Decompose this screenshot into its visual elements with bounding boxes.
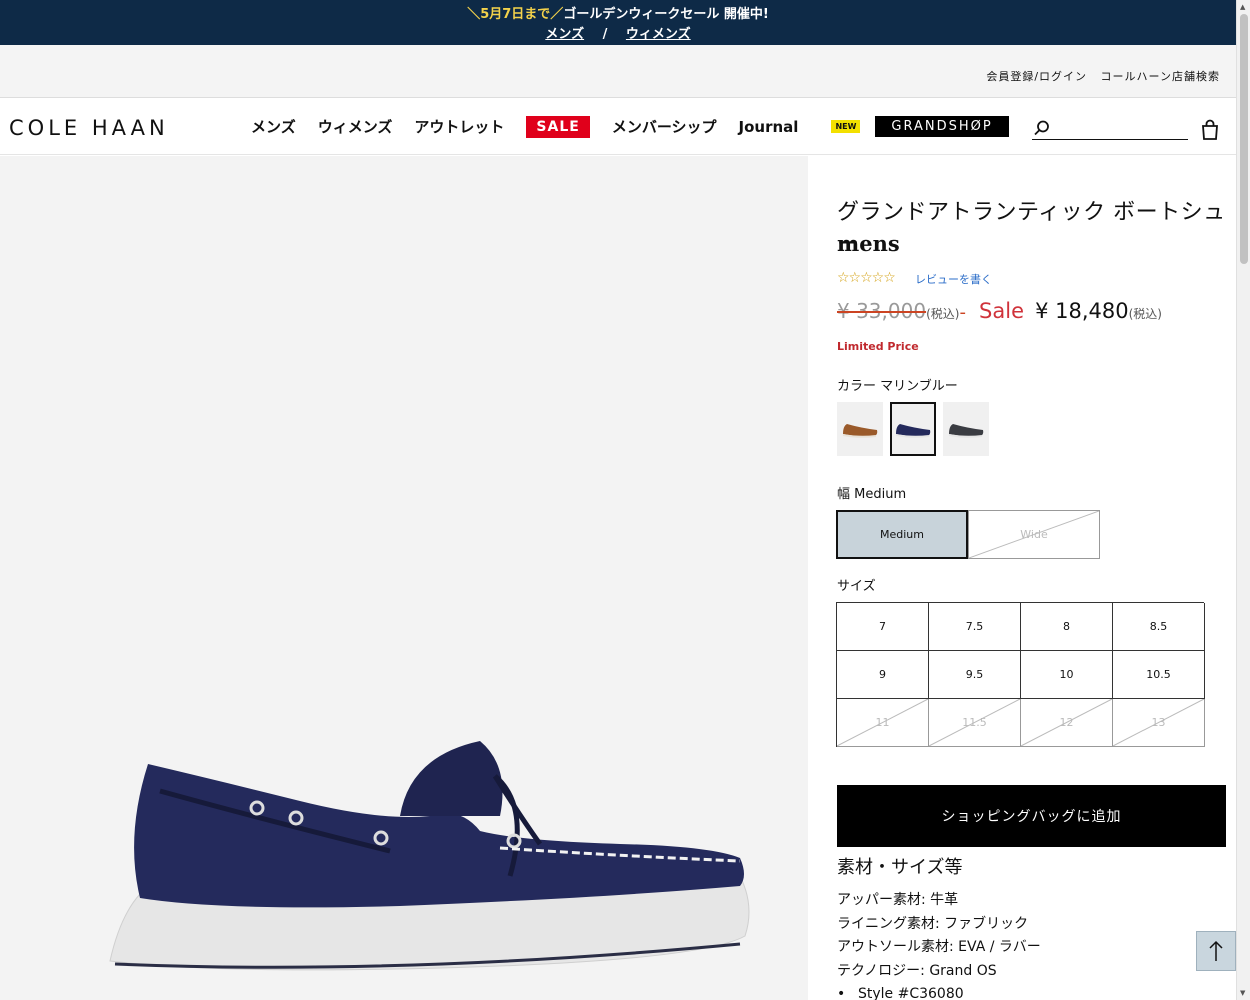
color-label: カラー マリンブルー — [837, 379, 958, 394]
size-option[interactable]: 9.5 — [929, 651, 1021, 699]
shoe-thumbnail-brown — [842, 424, 878, 438]
size-option[interactable]: 10 — [1021, 651, 1113, 699]
promo-link-mens[interactable]: メンズ — [545, 27, 584, 42]
page-scrollbar[interactable]: ▲ ▼ — [1236, 0, 1250, 1000]
scroll-down-icon[interactable]: ▼ — [1240, 989, 1245, 997]
color-swatch-dark-gray[interactable] — [943, 402, 989, 456]
utility-bar: 会員登録/ログイン コールハーン店舗検索 — [0, 45, 1236, 98]
spec-item: テクノロジー: Grand OS — [837, 962, 997, 979]
nav-journal[interactable]: Journal — [739, 118, 799, 136]
color-swatches — [837, 402, 996, 456]
size-option[interactable]: 8.5 — [1113, 603, 1205, 651]
spec-item: ライニング素材: ファブリック — [837, 915, 1029, 932]
spec-item: アッパー素材: 牛革 — [837, 892, 959, 908]
sale-price: ¥ 18,480 — [1035, 299, 1129, 323]
promo-links: メンズ / ウィメンズ — [0, 23, 1236, 42]
promo-banner: ＼5月7日まで／ゴールデンウィークセール 開催中! メンズ / ウィメンズ — [0, 0, 1236, 45]
spec-item: アウトソール素材: EVA / ラバー — [837, 939, 1041, 955]
arrow-up-icon — [1209, 940, 1223, 961]
nav-outlet[interactable]: アウトレット — [414, 116, 504, 137]
shopping-bag-icon[interactable] — [1200, 119, 1220, 141]
specs-list: アッパー素材: 牛革 ライニング素材: ファブリック アウトソール素材: EVA… — [837, 889, 1041, 1000]
unavailable-strike — [1021, 699, 1112, 746]
size-label: サイズ — [837, 579, 876, 594]
width-options: Medium Wide — [836, 510, 1100, 559]
size-option[interactable]: 7.5 — [929, 603, 1021, 651]
size-option[interactable]: 7 — [837, 603, 929, 651]
site-header: COLE HAAN メンズ ウィメンズ アウトレット SALE メンバーシップ … — [0, 98, 1236, 155]
size-option-unavailable[interactable]: 11 — [837, 699, 929, 747]
product-gender: mens — [837, 231, 900, 256]
search-input[interactable] — [1054, 118, 1184, 138]
promo-headline: ＼5月7日まで／ゴールデンウィークセール 開催中! — [0, 3, 1236, 22]
product-details: グランドアトランティック ボートシュー mens ☆☆☆☆☆ レビューを書く ¥… — [808, 156, 1236, 1000]
promo-separator: / — [602, 27, 608, 42]
new-badge: NEW — [831, 120, 861, 133]
product-gallery — [0, 156, 808, 1000]
utility-links: 会員登録/ログイン コールハーン店舗検索 — [976, 68, 1220, 84]
brand-logo[interactable]: COLE HAAN — [9, 116, 169, 140]
promo-link-womens[interactable]: ウィメンズ — [626, 27, 691, 42]
store-search-link[interactable]: コールハーン店舗検索 — [1101, 70, 1220, 83]
nav-mens[interactable]: メンズ — [251, 116, 296, 137]
sale-label: Sale — [979, 299, 1024, 323]
add-to-bag-button[interactable]: ショッピングバッグに追加 — [837, 785, 1226, 847]
color-swatch-marine-blue[interactable] — [890, 402, 936, 456]
color-swatch-brown[interactable] — [837, 402, 883, 456]
unavailable-strike — [969, 511, 1099, 558]
shoe-thumbnail-dark-gray — [948, 424, 984, 438]
back-to-top-button[interactable] — [1196, 931, 1236, 971]
search-box — [1032, 118, 1188, 140]
price-dash: - — [959, 302, 966, 323]
sale-price-tax: (税込) — [1128, 307, 1162, 321]
product-image[interactable] — [100, 576, 760, 986]
unavailable-strike — [929, 699, 1020, 746]
size-option[interactable]: 9 — [837, 651, 929, 699]
promo-text: ゴールデンウィークセール 開催中! — [563, 7, 769, 22]
width-option-wide[interactable]: Wide — [968, 510, 1100, 559]
write-review-link[interactable]: レビューを書く — [915, 271, 992, 287]
rating-stars: ☆☆☆☆☆ — [837, 270, 896, 286]
width-option-medium[interactable]: Medium — [836, 510, 968, 559]
original-price-tax: (税込) — [926, 307, 960, 321]
size-option-unavailable[interactable]: 11.5 — [929, 699, 1021, 747]
unavailable-strike — [1113, 699, 1204, 746]
shoe-thumbnail-marine-blue — [895, 424, 931, 438]
size-grid: 7 7.5 8 8.5 9 9.5 10 10.5 11 11.5 12 13 — [836, 602, 1205, 747]
main-nav: メンズ ウィメンズ アウトレット SALE メンバーシップ Journal NE… — [240, 98, 1020, 155]
scrollbar-thumb[interactable] — [1240, 14, 1248, 264]
nav-sale[interactable]: SALE — [526, 115, 590, 138]
unavailable-strike — [837, 699, 928, 746]
width-label: 幅 Medium — [837, 487, 907, 502]
size-option-unavailable[interactable]: 13 — [1113, 699, 1205, 747]
price-row: ¥ 33,000(税込)- Sale ¥ 18,480(税込) — [837, 299, 1162, 323]
size-option[interactable]: 8 — [1021, 603, 1113, 651]
style-number: Style #C36080 — [837, 983, 1041, 1000]
nav-grandshop[interactable]: GRANDSHØP — [875, 116, 1009, 137]
scroll-up-icon[interactable]: ▲ — [1240, 3, 1245, 11]
promo-highlight: ＼5月7日まで／ — [467, 7, 564, 22]
original-price: ¥ 33,000 — [837, 299, 927, 323]
nav-womens[interactable]: ウィメンズ — [318, 116, 393, 137]
nav-membership[interactable]: メンバーシップ — [612, 116, 717, 137]
limited-price-label: Limited Price — [837, 340, 919, 353]
size-option-unavailable[interactable]: 12 — [1021, 699, 1113, 747]
search-icon[interactable] — [1034, 120, 1050, 136]
specs-heading: 素材・サイズ等 — [837, 857, 963, 878]
register-login-link[interactable]: 会員登録/ログイン — [986, 70, 1087, 83]
size-option[interactable]: 10.5 — [1113, 651, 1205, 699]
